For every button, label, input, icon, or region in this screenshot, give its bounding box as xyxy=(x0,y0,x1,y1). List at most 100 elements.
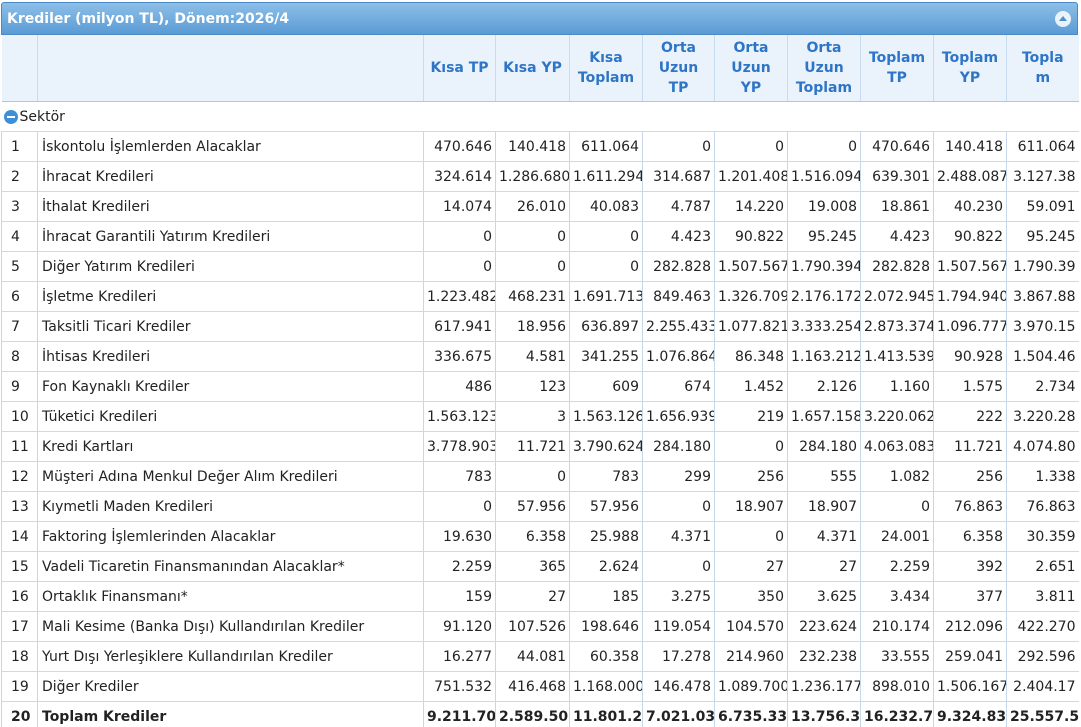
value-cell: 222 xyxy=(933,401,1007,432)
table-row: 2 İhracat Kredileri 324.614 1.286.680 1.611.… xyxy=(1,161,1079,192)
row-number: 3 xyxy=(1,191,38,222)
row-number: 12 xyxy=(1,461,38,492)
header-no-cell xyxy=(1,35,38,102)
panel-title: Krediler (milyon TL), Dönem:2026/4 xyxy=(7,11,290,27)
row-label: İskontolu İşlemlerden Alacaklar xyxy=(37,131,424,162)
table-row: 5 Diğer Yatırım Kredileri 0 0 0 282.828 1.507.… xyxy=(1,251,1079,282)
column-header[interactable]: Toplam TP xyxy=(860,35,934,102)
value-cell: 146.478 xyxy=(642,671,715,702)
value-cell: 282.828 xyxy=(642,251,715,282)
value-cell: 86.348 xyxy=(714,341,788,372)
collapse-up-icon[interactable] xyxy=(1055,11,1071,27)
value-cell: 1.507.567 xyxy=(714,251,788,282)
value-cell: 1.790.394 xyxy=(787,251,861,282)
value-cell: 674 xyxy=(642,371,715,402)
value-cell: 324.614 xyxy=(423,161,496,192)
column-header[interactable]: Orta Uzun YP xyxy=(714,35,788,102)
value-cell: 1.223.482 xyxy=(423,281,496,312)
value-cell: 123 xyxy=(495,371,570,402)
value-cell: 19.630 xyxy=(423,521,496,552)
row-label: Müşteri Adına Menkul Değer Alım Krediler… xyxy=(37,461,424,492)
column-header[interactable]: Toplam YP xyxy=(933,35,1007,102)
value-cell: 4.371 xyxy=(787,521,861,552)
value-cell: 210.174 xyxy=(860,611,934,642)
table-row: 1 İskontolu İşlemlerden Alacaklar 470.646 1… xyxy=(1,131,1079,162)
value-cell: 27 xyxy=(714,551,788,582)
value-cell: 284.180 xyxy=(642,431,715,462)
column-header-line: TP xyxy=(668,80,689,96)
value-cell: 2.126 xyxy=(787,371,861,402)
row-number: 5 xyxy=(1,251,38,282)
collapse-minus-icon[interactable] xyxy=(3,109,18,124)
value-cell: 611.064 xyxy=(1006,131,1079,162)
value-cell: 0 xyxy=(495,251,570,282)
column-header[interactable]: Orta Uzun Toplam xyxy=(787,35,861,102)
column-header[interactable]: Kısa YP xyxy=(495,35,570,102)
value-cell: 1.506.167 xyxy=(933,671,1007,702)
value-cell: 90.822 xyxy=(933,221,1007,252)
table-row: 12 Müşteri Adına Menkul Değer Alım Kredil… xyxy=(1,461,1079,492)
value-cell: 1.338 xyxy=(1006,461,1079,492)
section-toggle[interactable]: Sektör xyxy=(3,109,1076,125)
row-label: Taksitli Ticari Krediler xyxy=(37,311,424,342)
value-cell: 256 xyxy=(933,461,1007,492)
value-cell: 90.822 xyxy=(714,221,788,252)
row-label: Faktoring İşlemlerinden Alacaklar xyxy=(37,521,424,552)
value-cell: 2.259 xyxy=(860,551,934,582)
table-row: 3 İthalat Kredileri 14.074 26.010 40.083 4.78… xyxy=(1,191,1079,222)
value-cell: 1.089.700 xyxy=(714,671,788,702)
value-cell: 44.081 xyxy=(495,641,570,672)
value-cell: 1.563.123 xyxy=(423,401,496,432)
panel-header: Krediler (milyon TL), Dönem:2026/4 xyxy=(1,2,1078,35)
value-cell: 3.220.28 xyxy=(1006,401,1079,432)
value-cell: 159 xyxy=(423,581,496,612)
column-header[interactable]: Kısa TP xyxy=(423,35,496,102)
value-cell: 4.063.083 xyxy=(860,431,934,462)
column-header[interactable]: Kısa Toplam xyxy=(569,35,643,102)
column-header[interactable]: Topla m xyxy=(1006,35,1079,102)
row-label: Vadeli Ticaretin Finansmanından Alacakla… xyxy=(37,551,424,582)
value-cell: 1.201.408 xyxy=(714,161,788,192)
value-cell: 470.646 xyxy=(423,131,496,162)
row-number: 16 xyxy=(1,581,38,612)
value-cell: 7.021.033 xyxy=(642,701,715,727)
column-header-line: Kısa xyxy=(589,50,623,66)
value-cell: 40.230 xyxy=(933,191,1007,222)
value-cell: 4.423 xyxy=(860,221,934,252)
header-label-cell xyxy=(37,35,424,102)
value-cell: 256 xyxy=(714,461,788,492)
column-header-line: Toplam xyxy=(941,50,999,66)
value-cell: 104.570 xyxy=(714,611,788,642)
credits-panel: Krediler (milyon TL), Dönem:2026/4 Kısa … xyxy=(0,0,1081,727)
column-header[interactable]: Orta Uzun TP xyxy=(642,35,715,102)
row-number: 17 xyxy=(1,611,38,642)
value-cell: 1.563.126 xyxy=(569,401,643,432)
value-cell: 1.504.46 xyxy=(1006,341,1079,372)
value-cell: 107.526 xyxy=(495,611,570,642)
value-cell: 11.721 xyxy=(495,431,570,462)
table-row: 15 Vadeli Ticaretin Finansmanından Alacak… xyxy=(1,551,1079,582)
value-cell: 232.238 xyxy=(787,641,861,672)
value-cell: 3.790.624 xyxy=(569,431,643,462)
row-number: 8 xyxy=(1,341,38,372)
value-cell: 751.532 xyxy=(423,671,496,702)
value-cell: 223.624 xyxy=(787,611,861,642)
value-cell: 25.557.5 xyxy=(1006,701,1079,727)
row-label: Toplam Krediler xyxy=(37,701,424,727)
row-number: 14 xyxy=(1,521,38,552)
column-header-line: Kısa TP xyxy=(430,60,489,76)
row-number: 6 xyxy=(1,281,38,312)
row-label: İhtisas Kredileri xyxy=(37,341,424,372)
value-cell: 639.301 xyxy=(860,161,934,192)
value-cell: 314.687 xyxy=(642,161,715,192)
row-number: 20 xyxy=(1,701,38,727)
value-cell: 350 xyxy=(714,581,788,612)
value-cell: 1.575 xyxy=(933,371,1007,402)
table-row: 9 Fon Kaynaklı Krediler 486 123 609 674 1.452 2… xyxy=(1,371,1079,402)
value-cell: 0 xyxy=(495,461,570,492)
value-cell: 57.956 xyxy=(495,491,570,522)
value-cell: 214.960 xyxy=(714,641,788,672)
value-cell: 1.163.212 xyxy=(787,341,861,372)
row-label: Kredi Kartları xyxy=(37,431,424,462)
value-cell: 3.625 xyxy=(787,581,861,612)
